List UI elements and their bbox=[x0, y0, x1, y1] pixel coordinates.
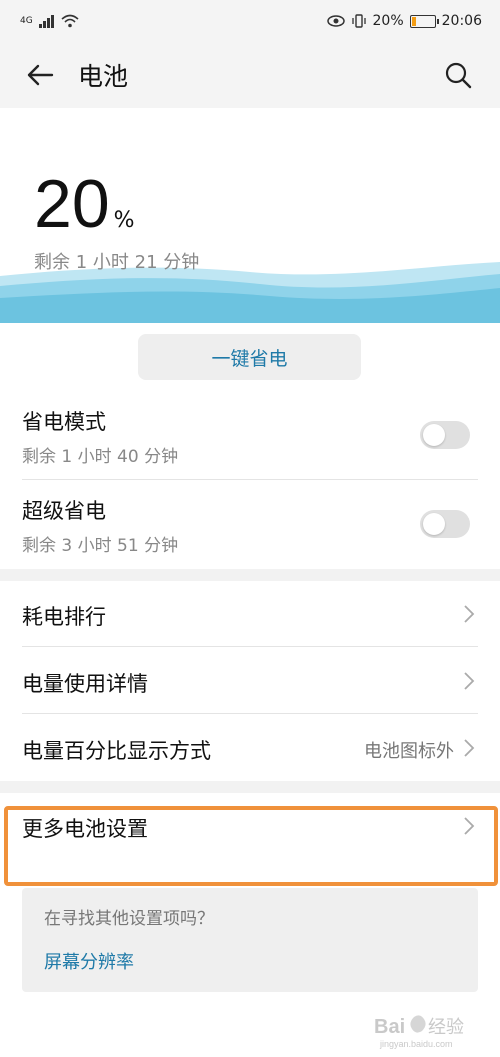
toggle-knob bbox=[423, 513, 445, 535]
app-header: 电池 bbox=[0, 42, 500, 108]
battery-icon bbox=[409, 14, 439, 28]
ultra-saving-title: 超级省电 bbox=[22, 499, 106, 523]
status-left: 4G bbox=[20, 14, 79, 28]
percentage-display-row[interactable]: 电量百分比显示方式 电池图标外 bbox=[0, 715, 500, 781]
wifi-icon bbox=[61, 14, 79, 28]
power-saving-title: 省电模式 bbox=[22, 410, 106, 434]
svg-text:jingyan.baidu.com: jingyan.baidu.com bbox=[379, 1039, 453, 1049]
percentage-display-value: 电池图标外 bbox=[364, 741, 454, 762]
power-ranking-label: 耗电排行 bbox=[22, 605, 106, 629]
divider bbox=[22, 479, 478, 480]
battery-percent-value: 20 bbox=[34, 166, 110, 242]
battery-percent-text: 20% bbox=[372, 13, 404, 29]
ultra-saving-subtitle: 剩余 3 小时 51 分钟 bbox=[22, 536, 179, 556]
chevron-right-icon bbox=[464, 739, 475, 757]
status-right: 20% 20:06 bbox=[326, 13, 482, 29]
ultra-saving-row[interactable]: 超级省电 剩余 3 小时 51 分钟 bbox=[0, 481, 500, 569]
back-button[interactable] bbox=[20, 55, 60, 95]
one-key-save-button[interactable]: 一键省电 bbox=[138, 334, 361, 380]
vibrate-icon bbox=[351, 14, 366, 28]
power-ranking-row[interactable]: 耗电排行 bbox=[0, 581, 500, 647]
page-title: 电池 bbox=[78, 62, 129, 91]
battery-hero: 20 % 剩余 1 小时 21 分钟 bbox=[0, 108, 500, 323]
battery-remaining-time: 剩余 1 小时 21 分钟 bbox=[34, 252, 200, 273]
clock-text: 20:06 bbox=[441, 13, 482, 29]
power-saving-subtitle: 剩余 1 小时 40 分钟 bbox=[22, 447, 179, 467]
suggestion-question: 在寻找其他设置项吗？ bbox=[44, 909, 214, 929]
chevron-right-icon bbox=[464, 605, 475, 623]
suggestion-card: 在寻找其他设置项吗？ 屏幕分辨率 bbox=[22, 888, 478, 992]
highlight-annotation-box bbox=[4, 806, 498, 886]
section-gap bbox=[0, 569, 500, 581]
network-type-label: 4G bbox=[20, 16, 33, 26]
signal-icon bbox=[38, 15, 54, 28]
eye-comfort-icon bbox=[326, 15, 345, 27]
chevron-right-icon bbox=[464, 672, 475, 690]
divider bbox=[22, 646, 478, 647]
usage-details-row[interactable]: 电量使用详情 bbox=[0, 648, 500, 714]
baidu-jingyan-watermark: Bai 经验 jingyan.baidu.com bbox=[374, 1015, 464, 1049]
status-bar: 4G 20% 20:06 bbox=[0, 0, 500, 42]
usage-details-label: 电量使用详情 bbox=[22, 672, 148, 696]
battery-percent-display: 20 % bbox=[34, 170, 135, 238]
search-icon bbox=[445, 62, 472, 89]
toggle-knob bbox=[423, 424, 445, 446]
battery-percent-sign: % bbox=[113, 208, 135, 233]
back-arrow-icon bbox=[27, 64, 54, 86]
ultra-saving-toggle[interactable] bbox=[420, 510, 470, 538]
divider bbox=[22, 713, 478, 714]
screen-resolution-link[interactable]: 屏幕分辨率 bbox=[44, 948, 134, 974]
power-saving-row[interactable]: 省电模式 剩余 1 小时 40 分钟 bbox=[0, 392, 500, 480]
percentage-display-label: 电量百分比显示方式 bbox=[22, 739, 211, 763]
power-saving-toggle[interactable] bbox=[420, 421, 470, 449]
svg-text:Bai: Bai bbox=[374, 1016, 405, 1038]
svg-text:经验: 经验 bbox=[428, 1017, 464, 1038]
search-button[interactable] bbox=[438, 55, 478, 95]
section-gap bbox=[0, 781, 500, 793]
